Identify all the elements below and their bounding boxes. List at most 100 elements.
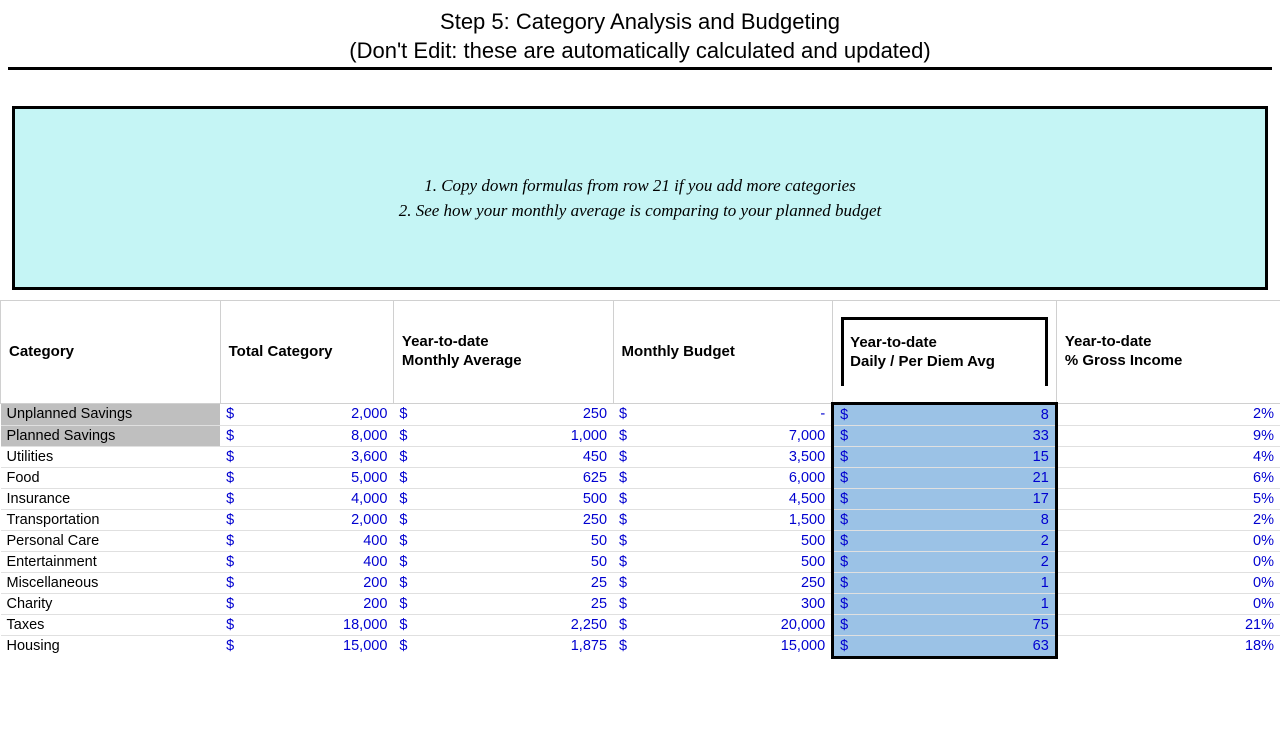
daily-avg-cell[interactable]: $75 (833, 614, 1057, 635)
category-cell[interactable]: Entertainment (1, 551, 221, 572)
budget-cell[interactable]: $500 (613, 530, 833, 551)
ytd-avg-cell[interactable]: $625 (393, 467, 613, 488)
daily-avg-cell[interactable]: $2 (833, 551, 1057, 572)
budget-cell[interactable]: $7,000 (613, 425, 833, 446)
table-row: Miscellaneous$200$25$250$10% (1, 572, 1280, 593)
daily-avg-cell[interactable]: $33 (833, 425, 1057, 446)
budget-cell[interactable]: $6,000 (613, 467, 833, 488)
ytd-avg-cell[interactable]: $25 (393, 593, 613, 614)
total-cell[interactable]: $2,000 (220, 403, 393, 425)
info-line: 2. See how your monthly average is compa… (399, 198, 882, 224)
ytd-avg-cell[interactable]: $250 (393, 403, 613, 425)
total-cell[interactable]: $200 (220, 572, 393, 593)
title-line-1: Step 5: Category Analysis and Budgeting (0, 8, 1280, 37)
category-cell[interactable]: Personal Care (1, 530, 221, 551)
pct-cell[interactable]: 6% (1056, 467, 1280, 488)
total-cell[interactable]: $400 (220, 530, 393, 551)
pct-cell[interactable]: 0% (1056, 572, 1280, 593)
info-box: 1. Copy down formulas from row 21 if you… (12, 106, 1268, 290)
category-cell[interactable]: Transportation (1, 509, 221, 530)
table-body: Unplanned Savings$2,000$250$-$82%Planned… (1, 403, 1280, 657)
pct-cell[interactable]: 5% (1056, 488, 1280, 509)
category-cell[interactable]: Taxes (1, 614, 221, 635)
daily-avg-cell[interactable]: $8 (833, 509, 1057, 530)
ytd-avg-cell[interactable]: $1,875 (393, 635, 613, 657)
daily-avg-cell[interactable]: $63 (833, 635, 1057, 657)
category-cell[interactable]: Utilities (1, 446, 221, 467)
category-cell[interactable]: Housing (1, 635, 221, 657)
ytd-avg-cell[interactable]: $250 (393, 509, 613, 530)
header-monthly-budget[interactable]: Monthly Budget (613, 301, 833, 404)
pct-cell[interactable]: 18% (1056, 635, 1280, 657)
pct-cell[interactable]: 0% (1056, 530, 1280, 551)
table-row: Food$5,000$625$6,000$216% (1, 467, 1280, 488)
info-line: 1. Copy down formulas from row 21 if you… (424, 173, 856, 199)
total-cell[interactable]: $8,000 (220, 425, 393, 446)
budget-cell[interactable]: $- (613, 403, 833, 425)
total-cell[interactable]: $5,000 (220, 467, 393, 488)
category-cell[interactable]: Unplanned Savings (1, 403, 221, 425)
ytd-avg-cell[interactable]: $1,000 (393, 425, 613, 446)
category-cell[interactable]: Insurance (1, 488, 221, 509)
pct-cell[interactable]: 21% (1056, 614, 1280, 635)
budget-cell[interactable]: $1,500 (613, 509, 833, 530)
pct-cell[interactable]: 0% (1056, 551, 1280, 572)
daily-avg-cell[interactable]: $2 (833, 530, 1057, 551)
ytd-avg-cell[interactable]: $500 (393, 488, 613, 509)
budget-cell[interactable]: $500 (613, 551, 833, 572)
category-cell[interactable]: Charity (1, 593, 221, 614)
total-cell[interactable]: $200 (220, 593, 393, 614)
total-cell[interactable]: $3,600 (220, 446, 393, 467)
table-row: Charity$200$25$300$10% (1, 593, 1280, 614)
daily-avg-cell[interactable]: $15 (833, 446, 1057, 467)
pct-cell[interactable]: 9% (1056, 425, 1280, 446)
pct-cell[interactable]: 2% (1056, 403, 1280, 425)
daily-avg-cell[interactable]: $8 (833, 403, 1057, 425)
header-category[interactable]: Category (1, 301, 221, 404)
category-cell[interactable]: Planned Savings (1, 425, 221, 446)
pct-cell[interactable]: 2% (1056, 509, 1280, 530)
ytd-avg-cell[interactable]: $50 (393, 551, 613, 572)
category-cell[interactable]: Food (1, 467, 221, 488)
budget-cell[interactable]: $20,000 (613, 614, 833, 635)
table-row: Planned Savings$8,000$1,000$7,000$339% (1, 425, 1280, 446)
header-total[interactable]: Total Category (220, 301, 393, 404)
table-row: Entertainment$400$50$500$20% (1, 551, 1280, 572)
ytd-avg-cell[interactable]: $25 (393, 572, 613, 593)
table-row: Taxes$18,000$2,250$20,000$7521% (1, 614, 1280, 635)
budget-cell[interactable]: $15,000 (613, 635, 833, 657)
title-line-2: (Don't Edit: these are automatically cal… (0, 37, 1280, 66)
table-row: Transportation$2,000$250$1,500$82% (1, 509, 1280, 530)
header-row: Category Total Category Year-to-dateMont… (1, 301, 1280, 404)
table-row: Insurance$4,000$500$4,500$175% (1, 488, 1280, 509)
spreadsheet-sheet: Step 5: Category Analysis and Budgeting … (0, 0, 1280, 659)
total-cell[interactable]: $18,000 (220, 614, 393, 635)
category-cell[interactable]: Miscellaneous (1, 572, 221, 593)
table-row: Housing$15,000$1,875$15,000$6318% (1, 635, 1280, 657)
title-underline (8, 67, 1272, 70)
budget-cell[interactable]: $300 (613, 593, 833, 614)
total-cell[interactable]: $4,000 (220, 488, 393, 509)
pct-cell[interactable]: 4% (1056, 446, 1280, 467)
daily-avg-cell[interactable]: $1 (833, 593, 1057, 614)
daily-avg-cell[interactable]: $21 (833, 467, 1057, 488)
ytd-avg-cell[interactable]: $450 (393, 446, 613, 467)
ytd-avg-cell[interactable]: $50 (393, 530, 613, 551)
table-row: Unplanned Savings$2,000$250$-$82% (1, 403, 1280, 425)
daily-avg-cell[interactable]: $17 (833, 488, 1057, 509)
header-pct-gross[interactable]: Year-to-date% Gross Income (1056, 301, 1280, 404)
pct-cell[interactable]: 0% (1056, 593, 1280, 614)
table-row: Personal Care$400$50$500$20% (1, 530, 1280, 551)
budget-cell[interactable]: $3,500 (613, 446, 833, 467)
ytd-avg-cell[interactable]: $2,250 (393, 614, 613, 635)
budget-cell[interactable]: $250 (613, 572, 833, 593)
daily-avg-cell[interactable]: $1 (833, 572, 1057, 593)
total-cell[interactable]: $2,000 (220, 509, 393, 530)
title-block: Step 5: Category Analysis and Budgeting … (0, 0, 1280, 65)
total-cell[interactable]: $15,000 (220, 635, 393, 657)
budget-cell[interactable]: $4,500 (613, 488, 833, 509)
table-row: Utilities$3,600$450$3,500$154% (1, 446, 1280, 467)
header-daily-avg[interactable]: Year-to-dateDaily / Per Diem Avg (833, 301, 1057, 404)
total-cell[interactable]: $400 (220, 551, 393, 572)
header-ytd-avg[interactable]: Year-to-dateMonthly Average (393, 301, 613, 404)
